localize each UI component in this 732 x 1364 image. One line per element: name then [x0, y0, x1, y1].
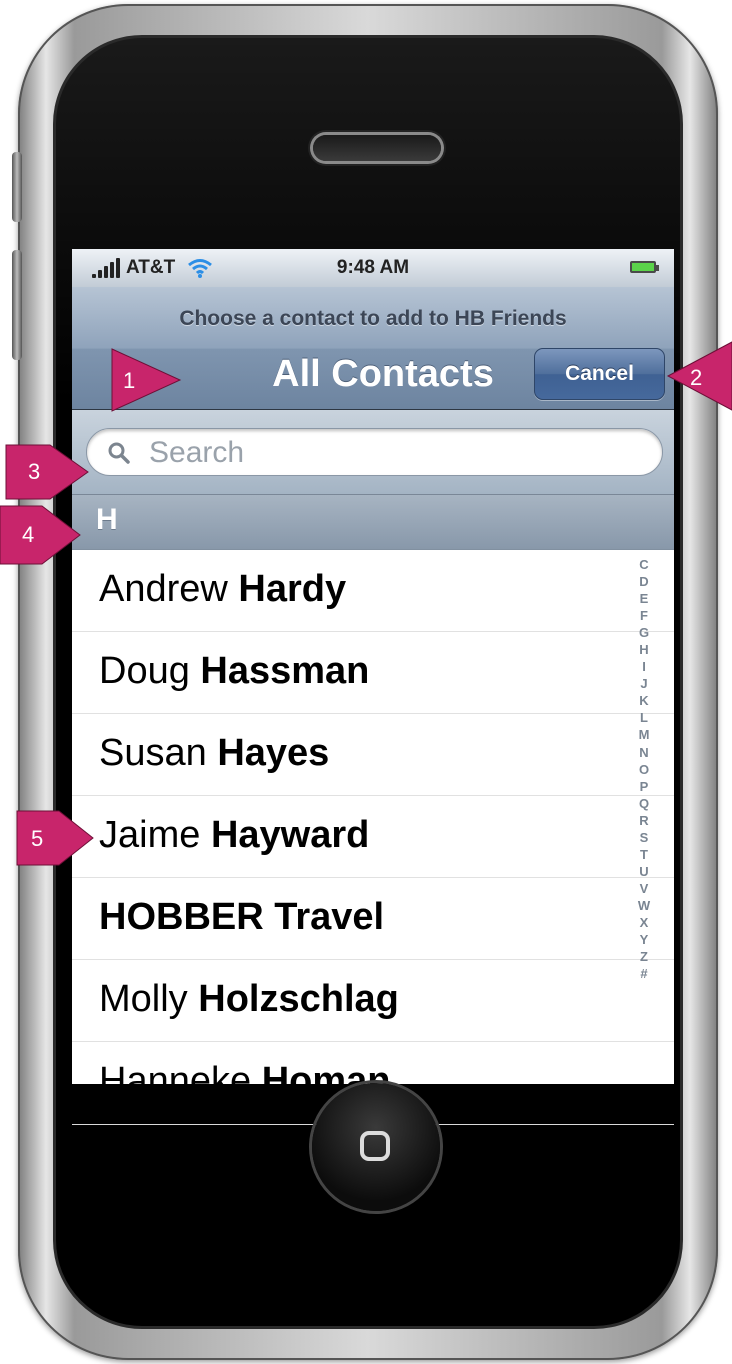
contact-row[interactable]: Doug Hassman [72, 632, 674, 714]
cancel-button[interactable]: Cancel [534, 348, 665, 400]
contact-row[interactable]: Hanneke Homan [72, 1042, 674, 1084]
search-icon [108, 442, 130, 464]
status-bar: AT&T 9:48 AM [72, 249, 674, 287]
callout-number-2: 2 [690, 365, 703, 390]
contact-first-name: Susan [99, 732, 207, 774]
contact-last-name: Hayes [217, 732, 330, 774]
index-letter[interactable]: L [630, 709, 658, 726]
volume-buttons [12, 250, 22, 360]
index-letter[interactable]: H [630, 641, 658, 658]
callout-marker-1 [111, 348, 182, 412]
index-letter[interactable]: V [630, 880, 658, 897]
contact-last-name: Holzschlag [198, 978, 399, 1020]
alphabet-index[interactable]: C D E F G H I J K L M N O P Q R S T U V W X Y Z # [630, 556, 658, 982]
status-time: 9:48 AM [336, 257, 410, 278]
index-letter[interactable]: P [630, 778, 658, 795]
index-letter[interactable]: Q [630, 795, 658, 812]
contact-row[interactable]: HOBBER Travel [72, 878, 674, 960]
contact-name: Doug Hassman [99, 650, 369, 693]
index-letter[interactable]: X [630, 914, 658, 931]
contact-last-name: Homan [261, 1060, 391, 1084]
callout-number-5: 5 [31, 826, 44, 851]
index-letter[interactable]: O [630, 761, 658, 778]
index-letter[interactable]: Y [630, 931, 658, 948]
index-letter[interactable]: W [630, 897, 658, 914]
index-letter[interactable]: C [630, 556, 658, 573]
index-letter[interactable]: # [630, 965, 658, 982]
index-letter[interactable]: R [630, 812, 658, 829]
index-letter[interactable]: T [630, 846, 658, 863]
callout-marker-4 [0, 505, 81, 565]
index-letter[interactable]: Z [630, 948, 658, 965]
contact-row[interactable]: Andrew Hardy [72, 550, 674, 632]
battery-icon [630, 261, 659, 273]
contact-first-name: Molly [99, 978, 188, 1020]
home-square-icon [360, 1131, 390, 1161]
index-letter[interactable]: K [630, 692, 658, 709]
callout-number-4: 4 [22, 522, 35, 547]
callout-number-3: 3 [28, 459, 41, 484]
contact-name: Molly Holzschlag [99, 978, 399, 1021]
section-header: H [72, 495, 674, 550]
contact-first-name: Andrew [99, 568, 228, 610]
callout-marker-5 [16, 810, 94, 866]
index-letter[interactable]: M [630, 726, 658, 743]
index-letter[interactable]: N [630, 744, 658, 761]
contact-last-name: Hassman [200, 650, 370, 692]
contact-first-name: Hanneke [99, 1060, 252, 1084]
contact-name: Susan Hayes [99, 732, 329, 775]
contact-row[interactable]: Susan Hayes [72, 714, 674, 796]
search-placeholder: Search [149, 436, 245, 469]
index-letter[interactable]: G [630, 624, 658, 641]
index-letter[interactable]: F [630, 607, 658, 624]
callout-marker-3 [5, 444, 89, 500]
contact-name: HOBBER Travel [99, 896, 384, 939]
home-button[interactable] [312, 1083, 440, 1211]
page-title: All Contacts [272, 353, 494, 395]
index-letter[interactable]: I [630, 658, 658, 675]
index-letter[interactable]: E [630, 590, 658, 607]
contact-last-name: Hardy [238, 568, 347, 610]
section-header-label: H [96, 503, 118, 536]
index-letter[interactable]: U [630, 863, 658, 880]
contact-name: Andrew Hardy [99, 568, 346, 611]
index-letter[interactable]: S [630, 829, 658, 846]
nav-prompt: Choose a contact to add to HB Friends [179, 307, 567, 330]
search-input[interactable]: Search [86, 428, 663, 476]
contact-row-partial[interactable] [72, 796, 674, 878]
contact-name: Hanneke Homan [99, 1060, 390, 1084]
contact-first-name: Doug [99, 650, 190, 692]
index-letter[interactable]: D [630, 573, 658, 590]
ringer-switch [12, 152, 22, 222]
index-letter[interactable]: J [630, 675, 658, 692]
callout-number-1: 1 [123, 368, 136, 393]
contact-last-name: HOBBER Travel [99, 896, 385, 938]
earpiece-speaker [313, 135, 441, 161]
contact-row[interactable]: Molly Holzschlag [72, 960, 674, 1042]
search-bar: Search [72, 410, 674, 495]
